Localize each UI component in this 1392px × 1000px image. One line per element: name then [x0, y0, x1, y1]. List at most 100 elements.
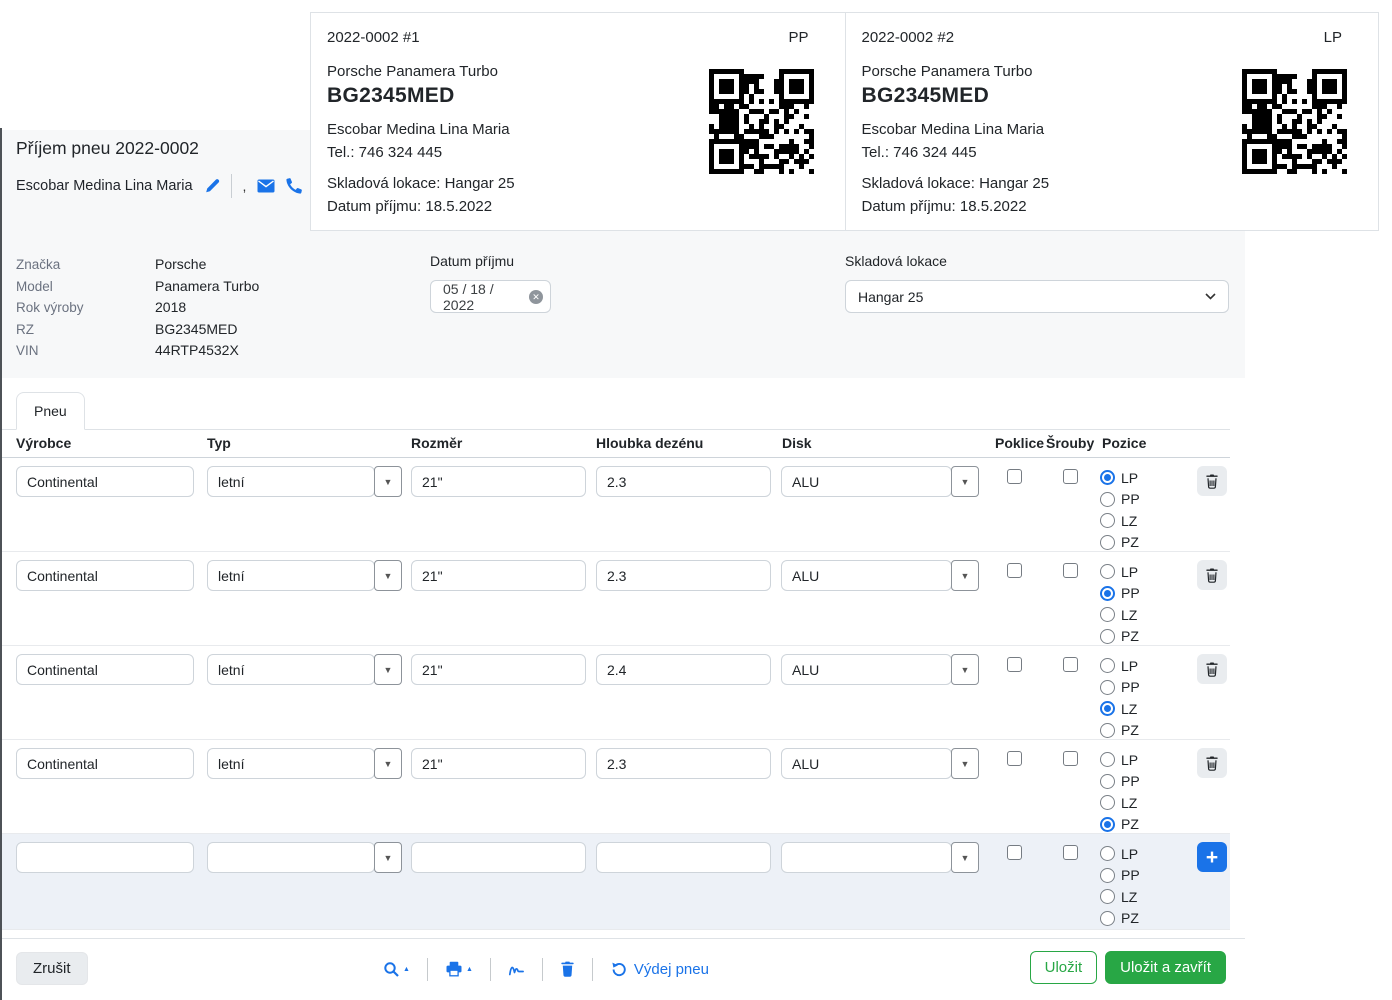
position-radio-pz[interactable]: PZ: [1100, 626, 1140, 648]
hubcaps-checkbox[interactable]: [1007, 563, 1022, 578]
delete-row-button[interactable]: [1197, 654, 1227, 684]
radio-icon[interactable]: [1100, 564, 1115, 579]
print-dropdown-button[interactable]: ▲: [445, 961, 473, 977]
manufacturer-input[interactable]: [16, 842, 194, 873]
type-input[interactable]: [207, 842, 375, 873]
radio-icon[interactable]: [1100, 889, 1115, 904]
tab-pneu[interactable]: Pneu: [16, 392, 85, 430]
position-radio-lp[interactable]: LP: [1100, 655, 1140, 677]
position-radio-lz[interactable]: LZ: [1100, 792, 1140, 814]
manufacturer-input[interactable]: [16, 560, 194, 591]
radio-icon[interactable]: [1100, 752, 1115, 767]
save-and-close-button[interactable]: Uložit a zavřít: [1105, 951, 1226, 984]
radio-icon[interactable]: [1100, 629, 1115, 644]
pencil-icon[interactable]: [204, 178, 220, 194]
radio-icon[interactable]: [1100, 492, 1115, 507]
disk-dropdown-button[interactable]: ▼: [951, 654, 979, 685]
disk-input[interactable]: [781, 748, 952, 779]
position-radio-pp[interactable]: PP: [1100, 677, 1140, 699]
add-row-button[interactable]: +: [1197, 842, 1227, 872]
tread-depth-input[interactable]: [596, 560, 771, 591]
location-select[interactable]: Hangar 25: [845, 280, 1229, 313]
position-radio-pp[interactable]: PP: [1100, 771, 1140, 793]
envelope-icon[interactable]: [257, 179, 275, 193]
phone-icon[interactable]: [286, 178, 302, 194]
bolts-checkbox[interactable]: [1063, 751, 1078, 766]
size-input[interactable]: [411, 560, 586, 591]
issue-tires-link[interactable]: Výdej pneu: [610, 961, 709, 978]
radio-icon[interactable]: [1100, 701, 1115, 716]
size-input[interactable]: [411, 466, 586, 497]
search-dropdown-button[interactable]: ▲: [383, 961, 410, 978]
position-radio-pp[interactable]: PP: [1100, 865, 1140, 887]
disk-input[interactable]: [781, 466, 952, 497]
bolts-checkbox[interactable]: [1063, 657, 1078, 672]
position-radio-lp[interactable]: LP: [1100, 467, 1140, 489]
delete-document-button[interactable]: [560, 961, 575, 977]
cancel-button[interactable]: Zrušit: [16, 952, 88, 985]
position-radio-pz[interactable]: PZ: [1100, 814, 1140, 836]
radio-icon[interactable]: [1100, 535, 1115, 550]
type-dropdown-button[interactable]: ▼: [374, 748, 402, 779]
disk-input[interactable]: [781, 842, 952, 873]
position-radio-lz[interactable]: LZ: [1100, 604, 1140, 626]
disk-input[interactable]: [781, 560, 952, 591]
delete-row-button[interactable]: [1197, 748, 1227, 778]
type-input[interactable]: [207, 466, 375, 497]
tread-depth-input[interactable]: [596, 654, 771, 685]
disk-dropdown-button[interactable]: ▼: [951, 560, 979, 591]
save-button[interactable]: Uložit: [1030, 951, 1098, 984]
manufacturer-input[interactable]: [16, 466, 194, 497]
type-dropdown-button[interactable]: ▼: [374, 466, 402, 497]
disk-dropdown-button[interactable]: ▼: [951, 748, 979, 779]
tread-depth-input[interactable]: [596, 842, 771, 873]
radio-icon[interactable]: [1100, 774, 1115, 789]
size-input[interactable]: [411, 842, 586, 873]
clear-circle-icon[interactable]: ✕: [529, 290, 543, 304]
radio-icon[interactable]: [1100, 846, 1115, 861]
type-dropdown-button[interactable]: ▼: [374, 654, 402, 685]
radio-icon[interactable]: [1100, 680, 1115, 695]
position-radio-lz[interactable]: LZ: [1100, 698, 1140, 720]
manufacturer-input[interactable]: [16, 748, 194, 779]
hubcaps-checkbox[interactable]: [1007, 657, 1022, 672]
disk-dropdown-button[interactable]: ▼: [951, 842, 979, 873]
radio-icon[interactable]: [1100, 513, 1115, 528]
size-input[interactable]: [411, 654, 586, 685]
type-input[interactable]: [207, 654, 375, 685]
radio-icon[interactable]: [1100, 911, 1115, 926]
position-radio-pz[interactable]: PZ: [1100, 720, 1140, 742]
radio-icon[interactable]: [1100, 658, 1115, 673]
manufacturer-input[interactable]: [16, 654, 194, 685]
hubcaps-checkbox[interactable]: [1007, 469, 1022, 484]
bolts-checkbox[interactable]: [1063, 469, 1078, 484]
position-radio-lp[interactable]: LP: [1100, 561, 1140, 583]
delete-row-button[interactable]: [1197, 466, 1227, 496]
position-radio-pz[interactable]: PZ: [1100, 908, 1140, 930]
delete-row-button[interactable]: [1197, 560, 1227, 590]
tread-depth-input[interactable]: [596, 748, 771, 779]
radio-icon[interactable]: [1100, 723, 1115, 738]
radio-icon[interactable]: [1100, 470, 1115, 485]
disk-input[interactable]: [781, 654, 952, 685]
radio-icon[interactable]: [1100, 586, 1115, 601]
hubcaps-checkbox[interactable]: [1007, 751, 1022, 766]
position-radio-pz[interactable]: PZ: [1100, 532, 1140, 554]
position-radio-pp[interactable]: PP: [1100, 489, 1140, 511]
position-radio-lz[interactable]: LZ: [1100, 510, 1140, 532]
disk-dropdown-button[interactable]: ▼: [951, 466, 979, 497]
type-dropdown-button[interactable]: ▼: [374, 560, 402, 591]
position-radio-pp[interactable]: PP: [1100, 583, 1140, 605]
position-radio-lp[interactable]: LP: [1100, 843, 1140, 865]
radio-icon[interactable]: [1100, 607, 1115, 622]
date-input[interactable]: 05 / 18 / 2022 ✕: [430, 280, 551, 313]
radio-icon[interactable]: [1100, 868, 1115, 883]
position-radio-lz[interactable]: LZ: [1100, 886, 1140, 908]
position-radio-lp[interactable]: LP: [1100, 749, 1140, 771]
type-input[interactable]: [207, 748, 375, 779]
hubcaps-checkbox[interactable]: [1007, 845, 1022, 860]
bolts-checkbox[interactable]: [1063, 563, 1078, 578]
radio-icon[interactable]: [1100, 817, 1115, 832]
bolts-checkbox[interactable]: [1063, 845, 1078, 860]
type-input[interactable]: [207, 560, 375, 591]
